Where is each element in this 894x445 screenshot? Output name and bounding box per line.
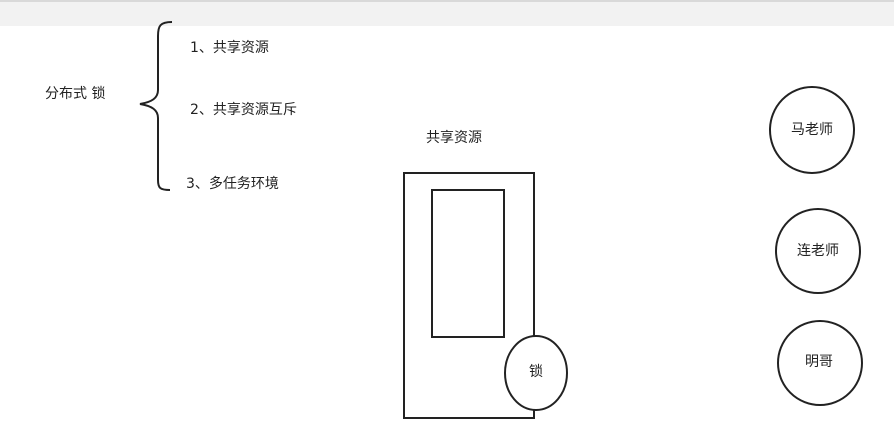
branch-label-2: 2、共享资源互斥 [190,102,297,118]
resource-title: 共享资源 [426,130,482,146]
lock-label: 锁 [529,364,543,380]
diagram-svg [139,21,863,419]
actor-label-3: 明哥 [805,354,833,370]
diagram-canvas: 分布式 锁 1、共享资源 2、共享资源互斥 3、多任务环境 共享资源 锁 马老师… [0,0,894,445]
root-label: 分布式 锁 [45,86,106,102]
branch-label-3: 3、多任务环境 [186,176,279,192]
actor-label-1: 马老师 [791,122,833,138]
door-window [431,189,505,338]
actor-label-2: 连老师 [797,243,839,259]
branch-label-1: 1、共享资源 [190,40,269,56]
curly-brace [139,21,173,191]
